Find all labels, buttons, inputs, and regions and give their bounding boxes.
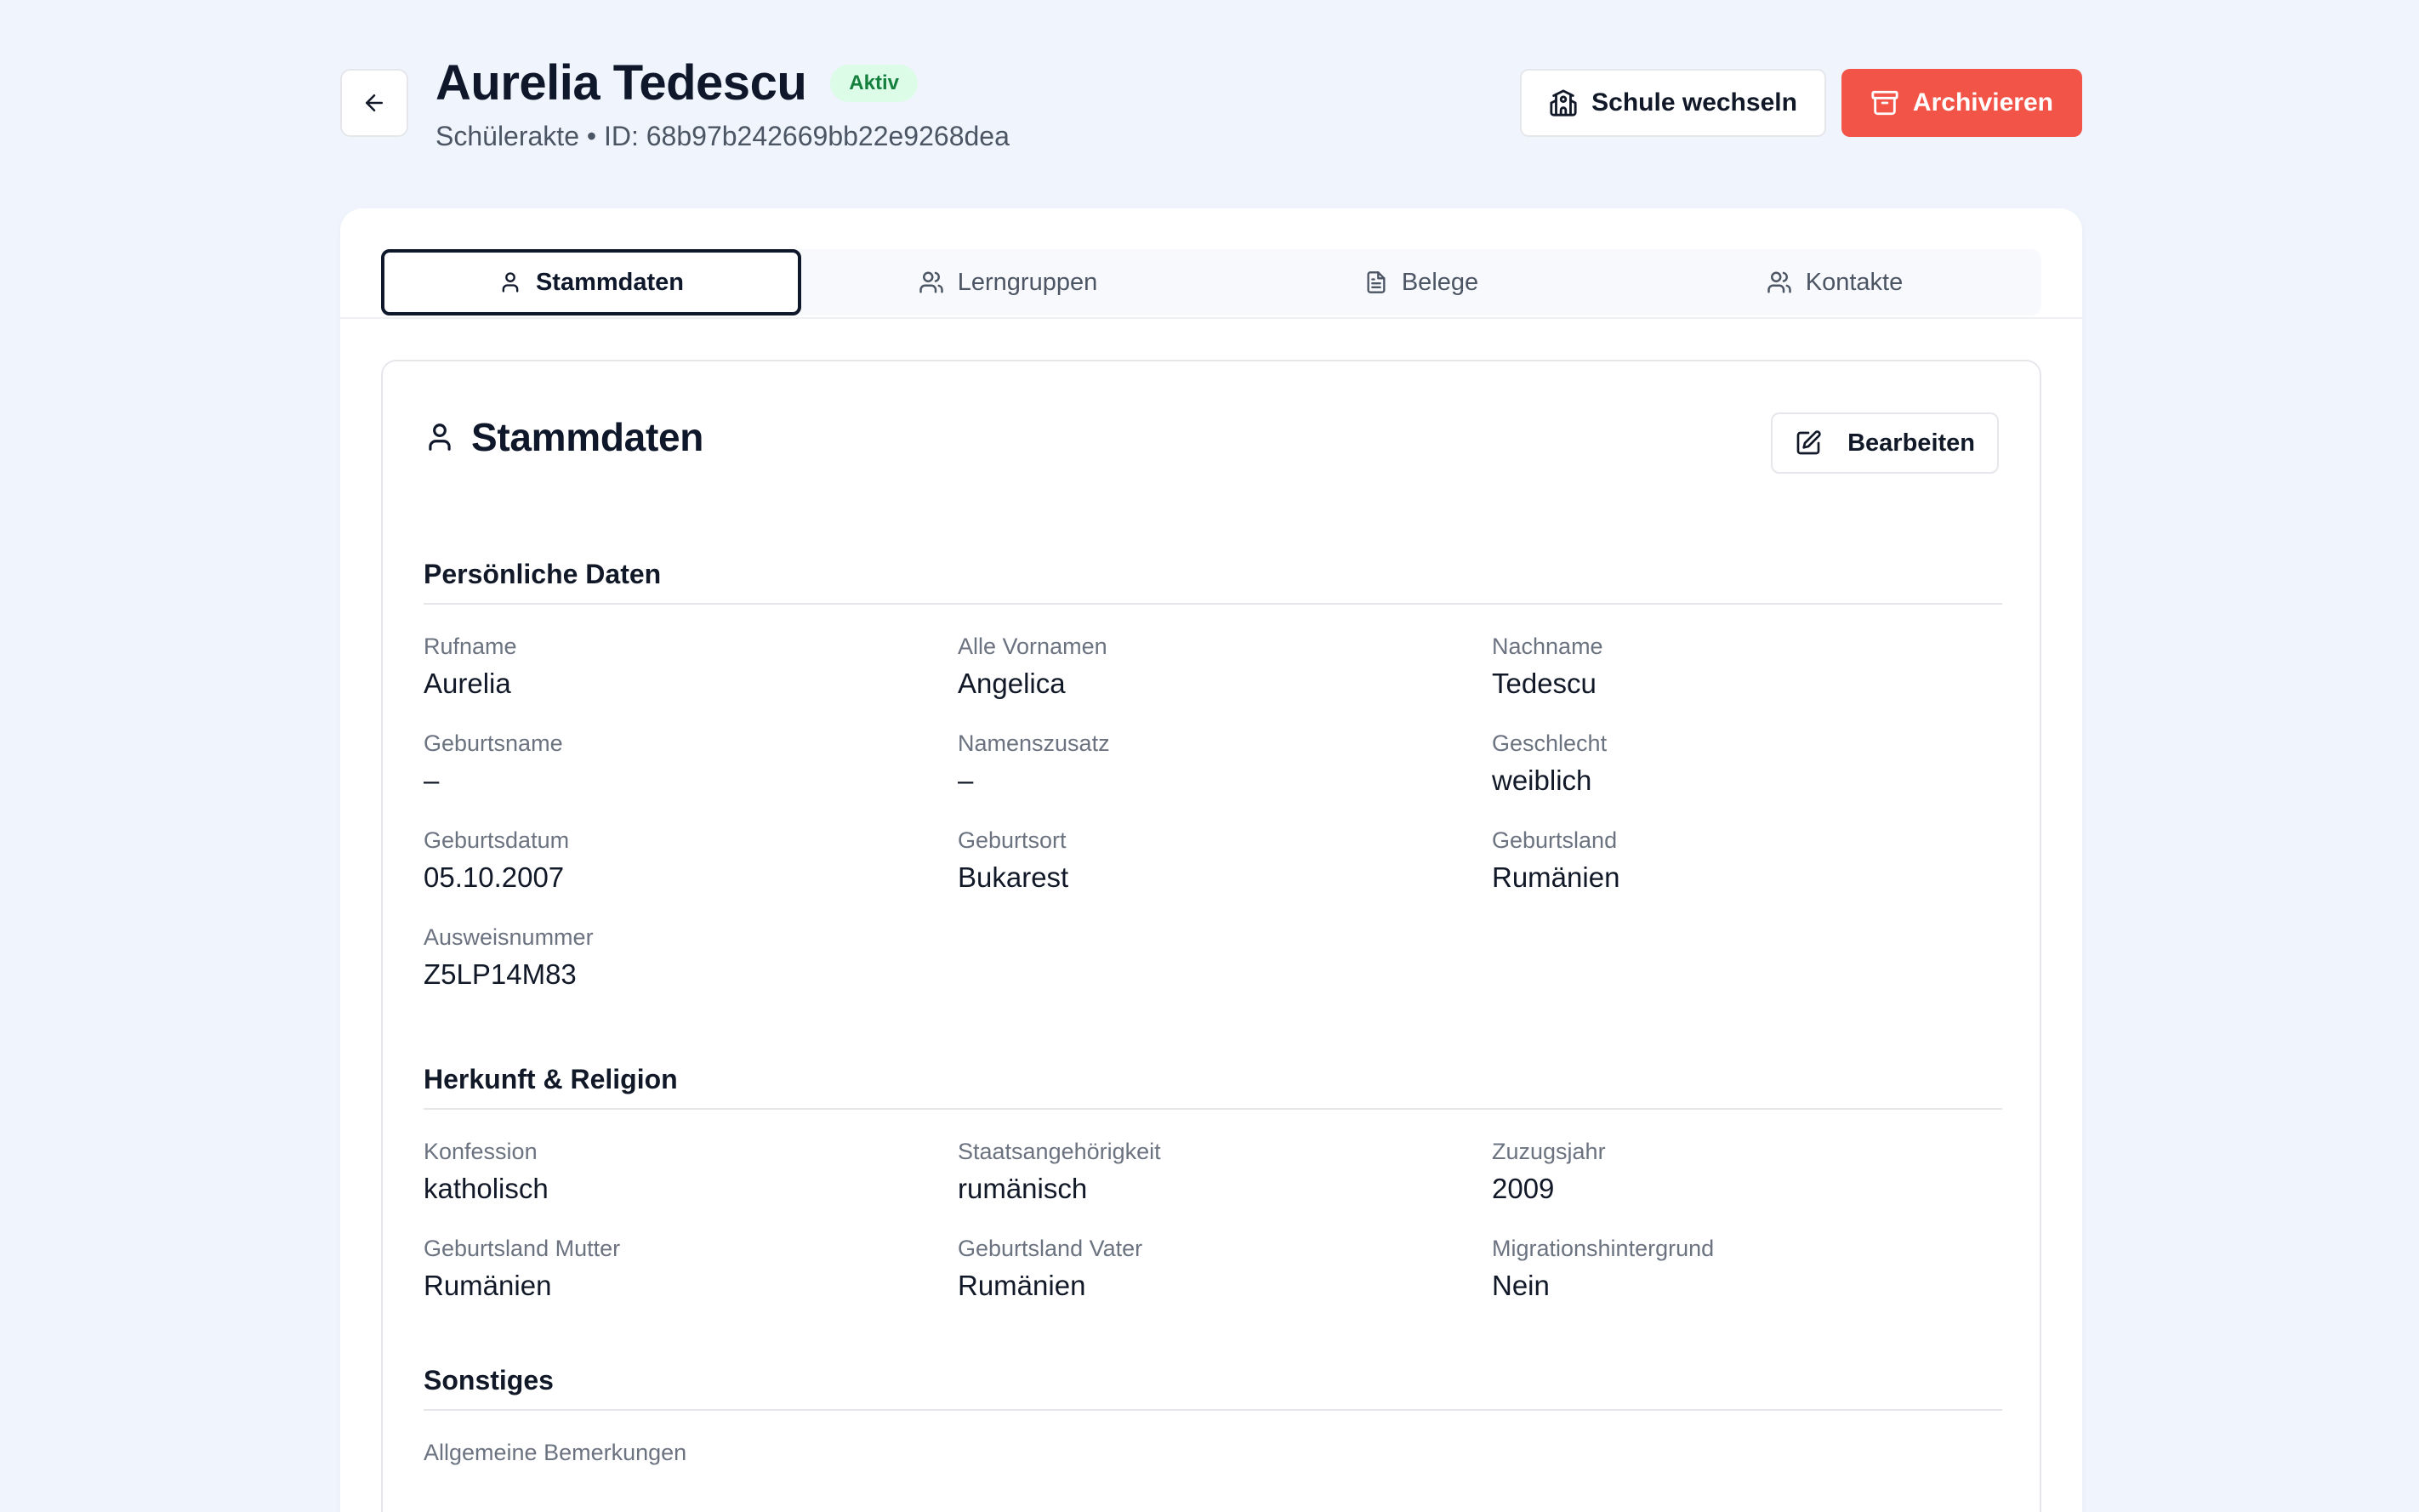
field-namenszusatz: Namenszusatz – xyxy=(958,729,1492,799)
group-misc: Sonstiges Allgemeine Bemerkungen xyxy=(424,1363,2002,1472)
field-geburtsname: Geburtsname – xyxy=(424,729,958,799)
field-geburtsort: Geburtsort Bukarest xyxy=(958,826,1492,895)
tab-list: Stammdaten Lerngruppen Belege Kontakte xyxy=(381,249,2041,315)
field-label: Ausweisnummer xyxy=(424,924,594,950)
back-button[interactable] xyxy=(340,69,408,137)
group-title: Sonstiges xyxy=(424,1363,2002,1411)
field-label: Geburtsland Vater xyxy=(958,1236,1143,1261)
field-value: 05.10.2007 xyxy=(424,861,565,893)
tab-label: Belege xyxy=(1401,268,1479,296)
field-value: Z5LP14M83 xyxy=(424,958,577,990)
field-label: Nachname xyxy=(1492,634,1603,659)
page-title: Aurelia Tedescu xyxy=(435,55,807,111)
tab-label: Stammdaten xyxy=(535,268,685,296)
field-nachname: Nachname Tedescu xyxy=(1492,632,2002,702)
field-label: Geburtsname xyxy=(424,730,563,756)
field-value: Aurelia xyxy=(424,668,511,699)
user-icon xyxy=(424,421,456,453)
field-geburtsland-mutter: Geburtsland Mutter Rumänien xyxy=(424,1234,958,1304)
field-value: – xyxy=(424,765,440,796)
field-label: Geburtsland Mutter xyxy=(424,1236,621,1261)
tab-belege[interactable]: Belege xyxy=(1215,249,1628,315)
user-icon xyxy=(498,270,522,294)
arrow-left-icon xyxy=(361,90,387,116)
users-icon xyxy=(1767,270,1792,295)
field-label: Migrationshintergrund xyxy=(1492,1236,1715,1261)
page-header: Aurelia Tedescu Aktiv Schülerakte • ID: … xyxy=(435,53,1010,153)
field-grid: Rufname Aurelia Alle Vornamen Angelica N… xyxy=(424,632,2002,992)
tab-stammdaten[interactable]: Stammdaten xyxy=(381,249,801,315)
field-geburtsland: Geburtsland Rumänien xyxy=(1492,826,2002,895)
field-value: Angelica xyxy=(958,668,1066,699)
status-badge: Aktiv xyxy=(830,65,918,102)
field-konfession: Konfession katholisch xyxy=(424,1137,958,1207)
field-label: Geschlecht xyxy=(1492,730,1608,756)
section-header: Stammdaten xyxy=(424,414,703,460)
school-icon xyxy=(1549,88,1578,117)
field-value: katholisch xyxy=(424,1173,549,1204)
field-grid: Allgemeine Bemerkungen xyxy=(424,1438,2002,1472)
field-value: Rumänien xyxy=(958,1270,1086,1301)
field-value: 2009 xyxy=(1492,1173,1555,1204)
tab-label: Kontakte xyxy=(1805,268,1904,296)
edit-icon xyxy=(1795,429,1822,457)
main-card: Stammdaten Lerngruppen Belege Kontakte S… xyxy=(340,208,2082,1512)
field-geschlecht: Geschlecht weiblich xyxy=(1492,729,2002,799)
stammdaten-panel: Stammdaten Bearbeiten Persönliche Daten … xyxy=(381,360,2041,1512)
field-alle-vornamen: Alle Vornamen Angelica xyxy=(958,632,1492,702)
student-record-page: Aurelia Tedescu Aktiv Schülerakte • ID: … xyxy=(0,0,2419,1512)
field-grid: Konfession katholisch Staatsangehörigkei… xyxy=(424,1137,2002,1304)
edit-label: Bearbeiten xyxy=(1847,429,1975,457)
field-value: weiblich xyxy=(1492,765,1592,796)
field-label: Zuzugsjahr xyxy=(1492,1139,1606,1164)
field-label: Alle Vornamen xyxy=(958,634,1107,659)
field-label: Geburtsort xyxy=(958,827,1067,853)
field-label: Geburtsdatum xyxy=(424,827,570,853)
group-origin-religion: Herkunft & Religion Konfession katholisc… xyxy=(424,1062,2002,1304)
field-ausweisnummer: Ausweisnummer Z5LP14M83 xyxy=(424,923,958,992)
archive-button[interactable]: Archivieren xyxy=(1841,69,2082,137)
field-label: Geburtsland xyxy=(1492,827,1618,853)
field-geburtsland-vater: Geburtsland Vater Rumänien xyxy=(958,1234,1492,1304)
switch-school-button[interactable]: Schule wechseln xyxy=(1520,69,1826,137)
field-migrationshintergrund: Migrationshintergrund Nein xyxy=(1492,1234,2002,1304)
field-value: rumänisch xyxy=(958,1173,1088,1204)
tabs-bar: Stammdaten Lerngruppen Belege Kontakte xyxy=(340,208,2082,319)
field-value: Rumänien xyxy=(1492,861,1620,893)
group-title: Persönliche Daten xyxy=(424,557,2002,605)
field-value: Tedescu xyxy=(1492,668,1597,699)
section-title: Stammdaten xyxy=(471,415,704,459)
field-zuzugsjahr: Zuzugsjahr 2009 xyxy=(1492,1137,2002,1207)
field-label: Rufname xyxy=(424,634,517,659)
group-title: Herkunft & Religion xyxy=(424,1062,2002,1110)
tab-label: Lerngruppen xyxy=(957,268,1098,296)
users-icon xyxy=(919,270,944,295)
header-actions: Schule wechseln Archivieren xyxy=(1520,69,2082,137)
field-label: Staatsangehörigkeit xyxy=(958,1139,1161,1164)
field-geburtsdatum: Geburtsdatum 05.10.2007 xyxy=(424,826,958,895)
archive-label: Archivieren xyxy=(1912,88,2053,117)
field-label: Konfession xyxy=(424,1139,538,1164)
field-allgemeine-bemerkungen: Allgemeine Bemerkungen xyxy=(424,1438,958,1472)
field-value: Nein xyxy=(1492,1270,1550,1301)
tab-lerngruppen[interactable]: Lerngruppen xyxy=(801,249,1215,315)
switch-school-label: Schule wechseln xyxy=(1591,88,1797,117)
field-staatsangehoerigkeit: Staatsangehörigkeit rumänisch xyxy=(958,1137,1492,1207)
archive-icon xyxy=(1870,88,1899,117)
field-rufname: Rufname Aurelia xyxy=(424,632,958,702)
field-label: Namenszusatz xyxy=(958,730,1110,756)
edit-button[interactable]: Bearbeiten xyxy=(1771,412,1999,474)
page-subtitle: Schülerakte • ID: 68b97b242669bb22e9268d… xyxy=(435,121,1010,151)
field-label: Allgemeine Bemerkungen xyxy=(424,1440,687,1465)
document-icon xyxy=(1364,270,1388,294)
tab-kontakte[interactable]: Kontakte xyxy=(1628,249,2041,315)
group-personal-data: Persönliche Daten Rufname Aurelia Alle V… xyxy=(424,557,2002,992)
field-value: – xyxy=(958,765,974,796)
field-value: Rumänien xyxy=(424,1270,552,1301)
field-value: Bukarest xyxy=(958,861,1069,893)
